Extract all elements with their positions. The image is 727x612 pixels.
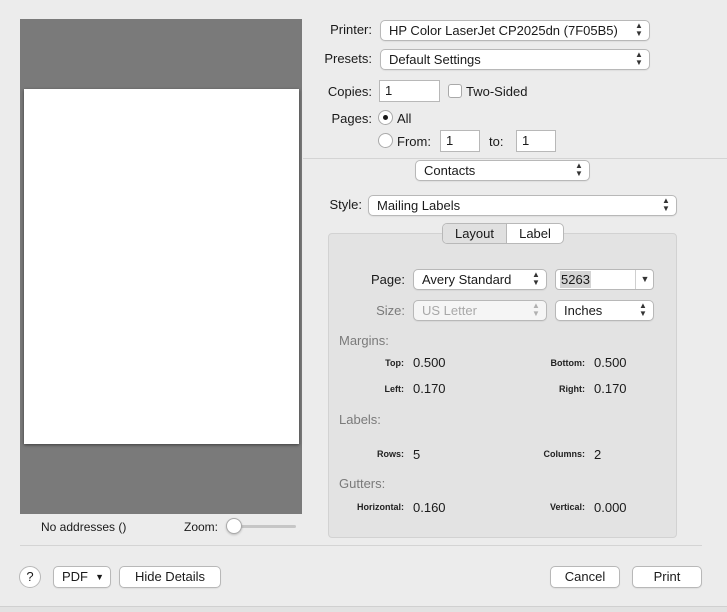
zoom-slider-knob[interactable] — [226, 518, 242, 534]
print-label: Print — [653, 569, 681, 584]
footer-divider — [20, 545, 702, 546]
style-value: Mailing Labels — [377, 198, 461, 213]
chevron-down-icon: ▼ — [95, 572, 104, 582]
size-popup: US Letter ▲ ▼ — [413, 300, 547, 321]
help-icon: ? — [26, 569, 34, 584]
vertical-field[interactable]: 0.000 — [594, 500, 627, 515]
page-label: Page: — [371, 272, 405, 287]
units-value: Inches — [564, 303, 603, 318]
style-popup[interactable]: Mailing Labels ▲ ▼ — [368, 195, 677, 216]
margin-bottom-field[interactable]: 0.500 — [594, 355, 627, 370]
preview-page — [24, 89, 299, 444]
rows-field[interactable]: 5 — [413, 447, 420, 462]
margin-right-label: Right: — [559, 384, 585, 394]
copies-field[interactable]: 1 — [379, 80, 440, 102]
copies-label: Copies: — [327, 84, 372, 99]
updown-chevron-icon: ▲ ▼ — [575, 161, 583, 178]
printer-popup[interactable]: HP Color LaserJet CP2025dn (7F05B5) ▲ ▼ — [380, 20, 650, 41]
updown-chevron-icon: ▲ ▼ — [532, 270, 540, 287]
size-label: Size: — [376, 303, 405, 318]
help-button[interactable]: ? — [19, 566, 41, 588]
combo-divider — [635, 270, 636, 289]
margin-left-label: Left: — [384, 384, 405, 394]
margins-title: Margins: — [339, 333, 389, 348]
tab-bar: Layout Label — [442, 223, 564, 244]
units-popup[interactable]: Inches ▲ ▼ — [555, 300, 654, 321]
labels-title: Labels: — [339, 412, 381, 427]
columns-label: Columns: — [543, 449, 586, 459]
size-value: US Letter — [422, 303, 477, 318]
tab-label-label: Label — [519, 226, 551, 241]
horizontal-field[interactable]: 0.160 — [413, 500, 446, 515]
printer-label: Printer: — [330, 22, 372, 37]
zoom-slider[interactable] — [226, 517, 298, 535]
margin-left-field[interactable]: 0.170 — [413, 381, 446, 396]
page-vendor-value: Avery Standard — [422, 272, 512, 287]
pages-from-radio[interactable] — [378, 133, 393, 148]
pdf-label: PDF — [62, 569, 88, 584]
pages-to-label: to: — [489, 134, 504, 149]
updown-chevron-icon: ▲ ▼ — [635, 21, 643, 38]
preview-pane — [20, 19, 302, 514]
hide-details-label: Hide Details — [134, 569, 206, 584]
tab-layout[interactable]: Layout — [443, 224, 507, 243]
vertical-label: Vertical: — [549, 502, 585, 512]
two-sided-label: Two-Sided — [466, 84, 528, 99]
page-vendor-popup[interactable]: Avery Standard ▲ ▼ — [413, 269, 547, 290]
presets-value: Default Settings — [389, 52, 481, 67]
tab-label[interactable]: Label — [507, 224, 563, 243]
pages-label: Pages: — [331, 111, 372, 126]
pages-from-label: From: — [397, 134, 431, 149]
pages-all-label: All — [397, 111, 412, 126]
pdf-menu-button[interactable]: PDF ▼ — [53, 566, 111, 588]
updown-chevron-icon: ▲ ▼ — [639, 301, 647, 318]
tab-layout-label: Layout — [454, 226, 495, 241]
panel-popup[interactable]: Contacts ▲ ▼ — [415, 160, 590, 181]
cancel-label: Cancel — [564, 569, 606, 584]
margin-top-field[interactable]: 0.500 — [413, 355, 446, 370]
rows-label: Rows: — [377, 449, 404, 459]
pages-to-field[interactable]: 1 — [516, 130, 556, 152]
pages-from-field[interactable]: 1 — [440, 130, 480, 152]
panel-value: Contacts — [424, 163, 476, 178]
margin-bottom-label: Bottom: — [550, 358, 586, 368]
style-label: Style: — [329, 197, 362, 212]
chevron-down-icon[interactable]: ▼ — [637, 270, 653, 289]
updown-chevron-icon: ▲ ▼ — [635, 50, 643, 67]
cancel-button[interactable]: Cancel — [550, 566, 620, 588]
page-code-combo[interactable]: 5263 ▼ — [555, 269, 654, 290]
divider — [303, 158, 727, 159]
updown-chevron-icon: ▲ ▼ — [532, 301, 540, 318]
page-code-value[interactable]: 5263 — [560, 271, 591, 288]
margin-right-field[interactable]: 0.170 — [594, 381, 627, 396]
preview-status: No addresses () — [41, 520, 127, 534]
horizontal-label: Horizontal: — [357, 502, 404, 512]
updown-chevron-icon: ▲ ▼ — [662, 196, 670, 213]
window-bottom-edge — [0, 606, 727, 612]
presets-popup[interactable]: Default Settings ▲ ▼ — [380, 49, 650, 70]
two-sided-checkbox[interactable] — [448, 84, 462, 98]
columns-field[interactable]: 2 — [594, 447, 601, 462]
print-button[interactable]: Print — [632, 566, 702, 588]
margin-top-label: Top: — [385, 358, 404, 368]
pages-all-radio[interactable] — [378, 110, 393, 125]
hide-details-button[interactable]: Hide Details — [119, 566, 221, 588]
zoom-label: Zoom: — [184, 520, 219, 534]
gutters-title: Gutters: — [339, 476, 386, 491]
printer-value: HP Color LaserJet CP2025dn (7F05B5) — [389, 23, 618, 38]
presets-label: Presets: — [324, 51, 372, 66]
